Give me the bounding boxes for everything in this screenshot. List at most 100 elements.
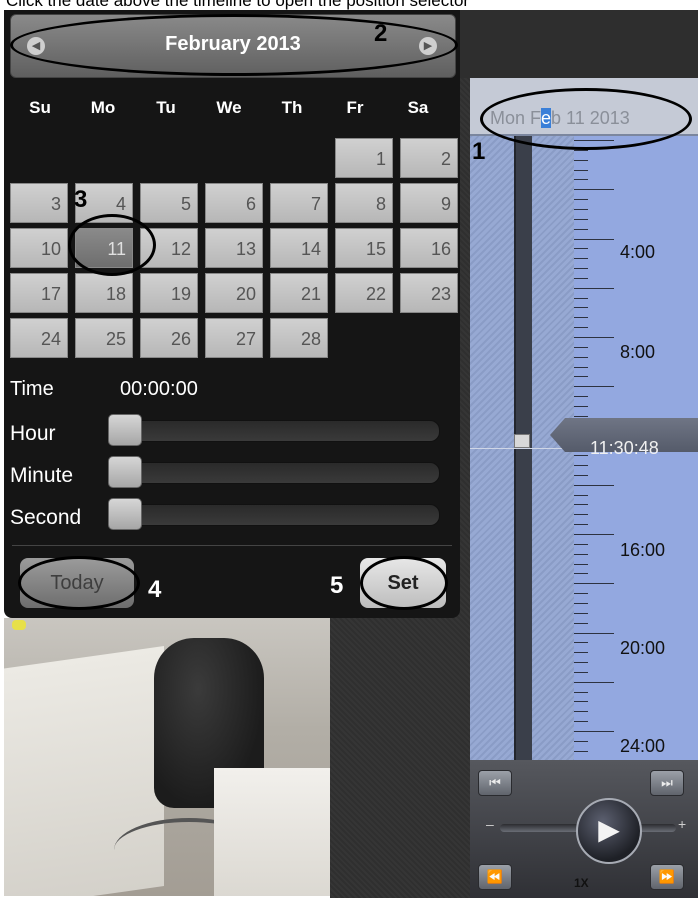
time-value: 00:00:00 — [120, 378, 198, 400]
day-cell[interactable]: 2 — [400, 138, 458, 178]
day-cell[interactable]: 27 — [205, 318, 263, 358]
timeline-tick — [574, 268, 588, 270]
day-cell[interactable]: 15 — [335, 228, 393, 268]
day-cell[interactable]: 10 — [10, 228, 68, 268]
day-cell[interactable]: 7 — [270, 183, 328, 223]
timeline-tick — [574, 711, 588, 713]
timeline-tick — [574, 691, 588, 693]
timeline-tick — [574, 514, 588, 516]
annotation-ellipse-5 — [360, 556, 448, 610]
timeline-tick — [574, 277, 588, 279]
yellow-object — [12, 620, 26, 630]
skip-to-start-icon[interactable]: ⏮ — [478, 770, 512, 796]
day-cell[interactable]: 1 — [335, 138, 393, 178]
timeline-tick — [574, 248, 588, 250]
day-cell[interactable]: 18 — [75, 273, 133, 313]
timeline-tick — [574, 701, 588, 703]
timeline-tick — [574, 484, 614, 486]
weekday-header: Tu — [156, 98, 176, 117]
annotation-ellipse-3 — [68, 214, 156, 276]
timeline-tick — [574, 297, 588, 299]
timeline-tick — [574, 534, 614, 535]
rewind-icon[interactable]: ⏪ — [478, 864, 512, 890]
timeline-tick — [574, 662, 588, 664]
day-cell[interactable]: 20 — [205, 273, 263, 313]
speed-minus: – — [486, 816, 494, 832]
day-cell[interactable]: 22 — [335, 273, 393, 313]
timeline-tick — [574, 681, 614, 683]
day-cell[interactable]: 23 — [400, 273, 458, 313]
timeline-tick — [574, 612, 588, 614]
timeline-tick — [574, 563, 588, 565]
minute-label: Minute — [10, 464, 74, 487]
camera-video-frame — [4, 618, 330, 896]
timeline-position-handle[interactable] — [514, 434, 530, 448]
annotation-number-2: 2 — [374, 20, 388, 47]
timeline-tick — [574, 317, 588, 319]
day-cell[interactable]: 14 — [270, 228, 328, 268]
day-cell[interactable]: 21 — [270, 273, 328, 313]
annotation-number-4: 4 — [148, 576, 162, 603]
timeline-tick — [574, 327, 588, 329]
timeline-tick — [574, 189, 614, 191]
timeline-tick — [574, 593, 588, 595]
timeline-label: 20:00 — [620, 638, 666, 658]
timeline-tick — [574, 632, 614, 634]
day-cell[interactable]: 8 — [335, 183, 393, 223]
day-cell[interactable]: 24 — [10, 318, 68, 358]
day-cell[interactable]: 25 — [75, 318, 133, 358]
hour-slider-thumb[interactable] — [108, 414, 142, 446]
timeline-tick — [574, 179, 588, 181]
timeline-tick — [574, 386, 614, 388]
timeline-tick — [574, 602, 588, 604]
play-icon[interactable]: ▶ — [576, 798, 642, 864]
timeline-tick — [574, 504, 588, 506]
timeline-tick — [574, 356, 588, 358]
timeline-tick — [574, 465, 588, 467]
day-cell[interactable]: 5 — [140, 183, 198, 223]
timeline-tick — [574, 642, 588, 644]
day-cell[interactable]: 3 — [10, 183, 68, 223]
office-desk-right — [214, 768, 330, 896]
timeline-tick — [574, 731, 614, 732]
weekday-header: Sa — [407, 98, 429, 117]
day-cell[interactable]: 28 — [270, 318, 328, 358]
timeline-tick — [574, 524, 588, 526]
timeline-tick — [574, 199, 588, 201]
timeline-tick — [574, 218, 588, 220]
fast-forward-icon[interactable]: ⏩ — [650, 864, 684, 890]
timeline-tick — [574, 169, 588, 171]
minute-slider-thumb[interactable] — [108, 456, 142, 488]
time-label: Time — [10, 378, 54, 400]
weekday-header: Su — [29, 98, 51, 117]
annotation-number-5: 5 — [330, 572, 344, 599]
day-cell[interactable]: 9 — [400, 183, 458, 223]
annotation-ellipse-4 — [18, 556, 140, 610]
playback-controls: ⏮ ⏭ – + ▶ ⏪ ⏩ 1X — [470, 760, 698, 898]
speed-plus: + — [678, 816, 687, 832]
day-cell[interactable]: 6 — [205, 183, 263, 223]
timeline-tick — [574, 750, 588, 752]
timeline-panel: Mon Feb 11 2013 4:00 8:00 16:00 20:00 24… — [470, 78, 698, 898]
weekday-header: Mo — [90, 98, 116, 117]
timeline-tick — [574, 721, 588, 723]
minute-slider[interactable] — [108, 462, 440, 484]
timeline-tick — [574, 396, 588, 398]
timeline-tick — [574, 583, 614, 585]
background-panel-top — [460, 10, 698, 78]
second-slider-thumb[interactable] — [108, 498, 142, 530]
day-cell[interactable]: 13 — [205, 228, 263, 268]
day-cell[interactable]: 16 — [400, 228, 458, 268]
annotation-number-3: 3 — [74, 186, 88, 213]
timeline-tick — [574, 287, 614, 289]
second-slider[interactable] — [108, 504, 440, 526]
timeline-label: 8:00 — [620, 342, 656, 362]
day-cell[interactable]: 26 — [140, 318, 198, 358]
hour-slider[interactable] — [108, 420, 440, 442]
timeline-current-time: 11:30:48 — [590, 438, 659, 458]
day-cell[interactable]: 17 — [10, 273, 68, 313]
annotation-ellipse-2 — [10, 14, 458, 76]
annotation-number-1: 1 — [472, 138, 486, 165]
skip-to-end-icon[interactable]: ⏭ — [650, 770, 684, 796]
day-cell[interactable]: 19 — [140, 273, 198, 313]
